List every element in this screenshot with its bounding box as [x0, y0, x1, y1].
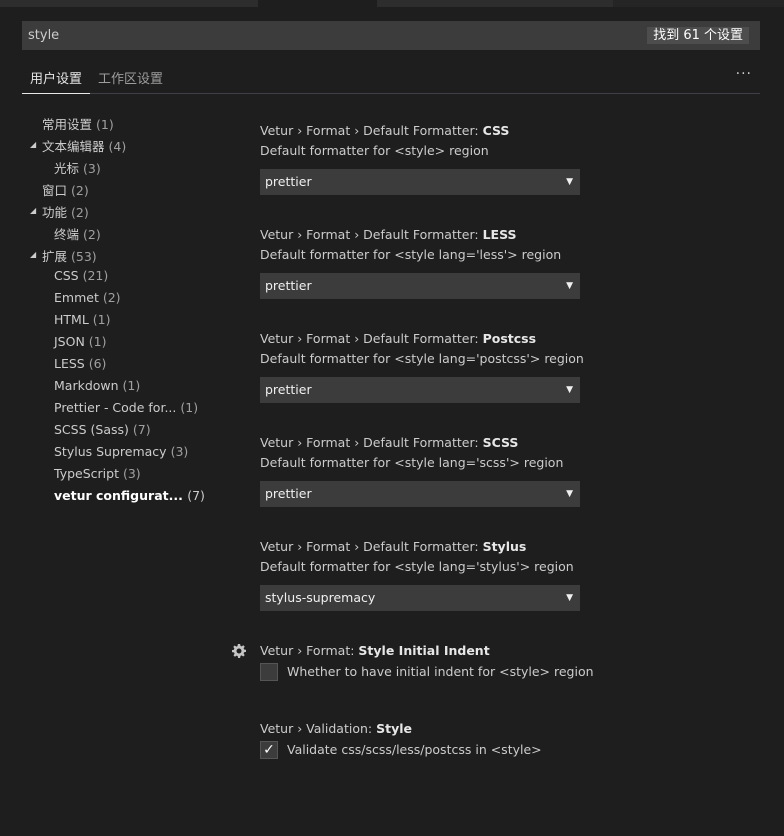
- setting-description: Default formatter for <style lang='scss'…: [260, 455, 564, 470]
- chevron-down-icon: ◢: [30, 206, 37, 215]
- setting-format-postcss: Vetur › Format › Default Formatter: Post…: [260, 331, 680, 403]
- more-actions-icon[interactable]: ···: [736, 66, 752, 82]
- toc-item-commonly-used[interactable]: 常用设置 (1): [42, 114, 114, 133]
- search-result-count-badge: 找到 61 个设置: [647, 27, 749, 44]
- toc-item-text-editor[interactable]: ◢ 文本编辑器 (4): [30, 136, 126, 155]
- editor-tab[interactable]: [0, 0, 258, 7]
- dropdown-arrow-icon: ▼: [566, 177, 573, 187]
- setting-title: Vetur › Format › Default Formatter: LESS: [260, 227, 517, 242]
- toc-item-json[interactable]: JSON (1): [54, 334, 107, 349]
- toc-item-cursor[interactable]: 光标 (3): [54, 158, 101, 177]
- toc-item-typescript[interactable]: TypeScript (3): [54, 466, 141, 481]
- editor-tab-active[interactable]: [258, 0, 377, 7]
- setting-title: Vetur › Format › Default Formatter: Post…: [260, 331, 537, 346]
- validation-style-checkbox[interactable]: ✓: [260, 741, 278, 759]
- setting-description: Default formatter for <style lang='less'…: [260, 247, 562, 262]
- formatter-select[interactable]: stylus-supremacy ▼: [260, 585, 580, 611]
- toc-item-window[interactable]: 窗口 (2): [42, 180, 89, 199]
- dropdown-arrow-icon: ▼: [566, 489, 573, 499]
- toc-item-prettier[interactable]: Prettier - Code for... (1): [54, 400, 198, 415]
- checkbox-label: Whether to have initial indent for <styl…: [287, 664, 594, 679]
- setting-title: Vetur › Format › Default Formatter: Styl…: [260, 539, 527, 554]
- toc-item-html[interactable]: HTML (1): [54, 312, 111, 327]
- setting-style-initial-indent: Vetur › Format: Style Initial Indent Whe…: [260, 643, 680, 681]
- editor-tab[interactable]: [377, 0, 613, 7]
- settings-search-input[interactable]: style 找到 61 个设置: [22, 21, 760, 50]
- editor-tab-strip: [0, 0, 784, 7]
- setting-description: Default formatter for <style> region: [260, 143, 489, 158]
- settings-scope-tabs: 用户设置 工作区设置 ···: [21, 64, 760, 94]
- formatter-select[interactable]: prettier ▼: [260, 377, 580, 403]
- toc-item-css[interactable]: CSS (21): [54, 268, 108, 283]
- tab-workspace-settings[interactable]: 工作区设置: [98, 68, 163, 87]
- toc-item-less[interactable]: LESS (6): [54, 356, 106, 371]
- search-input-value: style: [28, 28, 60, 43]
- checkbox-label: Validate css/scss/less/postcss in <style…: [287, 742, 542, 757]
- setting-description: Default formatter for <style lang='stylu…: [260, 559, 574, 574]
- setting-description: Default formatter for <style lang='postc…: [260, 351, 584, 366]
- formatter-select[interactable]: prettier ▼: [260, 481, 580, 507]
- setting-format-scss: Vetur › Format › Default Formatter: SCSS…: [260, 435, 680, 507]
- checkmark-icon: ✓: [263, 742, 275, 758]
- toc-item-stylus-supremacy[interactable]: Stylus Supremacy (3): [54, 444, 188, 459]
- chevron-down-icon: ◢: [30, 140, 37, 149]
- toc-item-features[interactable]: ◢ 功能 (2): [30, 202, 89, 221]
- toc-item-vetur[interactable]: vetur configurat... (7): [54, 488, 205, 503]
- dropdown-arrow-icon: ▼: [566, 385, 573, 395]
- setting-validation-style: Vetur › Validation: Style ✓ Validate css…: [260, 721, 680, 759]
- dropdown-arrow-icon: ▼: [566, 593, 573, 603]
- setting-format-css: Vetur › Format › Default Formatter: CSS …: [260, 123, 680, 195]
- setting-format-less: Vetur › Format › Default Formatter: LESS…: [260, 227, 680, 299]
- setting-title: Vetur › Format › Default Formatter: CSS: [260, 123, 510, 138]
- toc-item-terminal[interactable]: 终端 (2): [54, 224, 101, 243]
- toc-item-scss[interactable]: SCSS (Sass) (7): [54, 422, 151, 437]
- formatter-select[interactable]: prettier ▼: [260, 169, 580, 195]
- tab-user-settings[interactable]: 用户设置: [21, 68, 91, 94]
- setting-title: Vetur › Format › Default Formatter: SCSS: [260, 435, 519, 450]
- toc-item-extensions[interactable]: ◢ 扩展 (53): [30, 246, 97, 265]
- chevron-down-icon: ◢: [30, 250, 37, 259]
- initial-indent-checkbox[interactable]: [260, 663, 278, 681]
- gear-icon[interactable]: [231, 643, 247, 659]
- dropdown-arrow-icon: ▼: [566, 281, 573, 291]
- formatter-select[interactable]: prettier ▼: [260, 273, 580, 299]
- setting-title: Vetur › Validation: Style: [260, 721, 412, 736]
- setting-format-stylus: Vetur › Format › Default Formatter: Styl…: [260, 539, 680, 611]
- setting-title: Vetur › Format: Style Initial Indent: [260, 643, 490, 658]
- toc-item-markdown[interactable]: Markdown (1): [54, 378, 140, 393]
- toc-item-emmet[interactable]: Emmet (2): [54, 290, 121, 305]
